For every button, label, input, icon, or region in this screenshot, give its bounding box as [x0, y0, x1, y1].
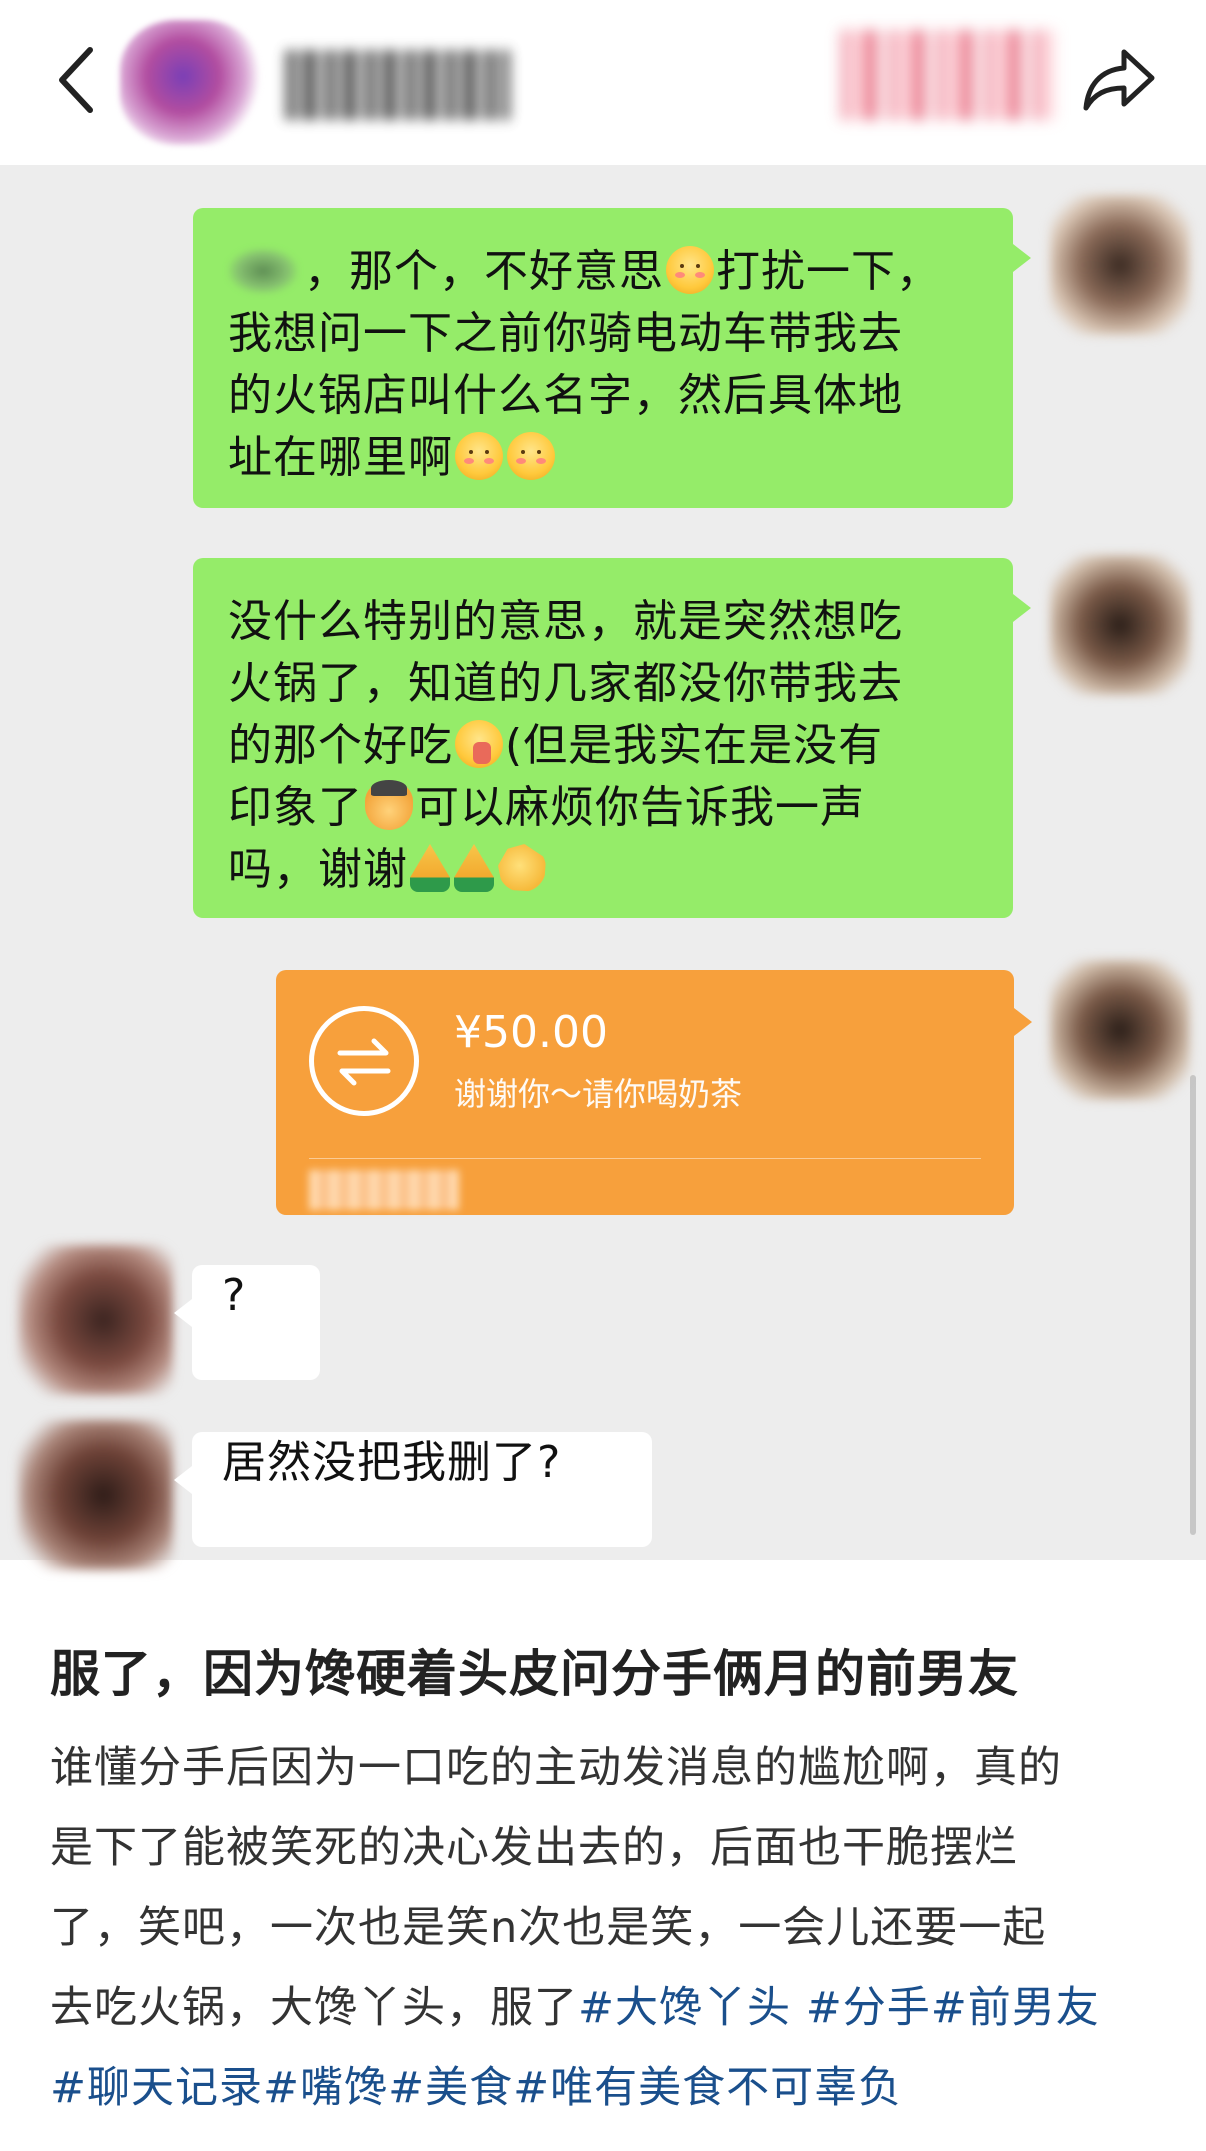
- transfer-label: [309, 1170, 459, 1210]
- blush-emoji-icon: [507, 432, 555, 480]
- body-line: 是下了能被笑死的决心发出去的，后面也干脆摆烂: [50, 1823, 1018, 1873]
- pray-emoji-icon: [410, 844, 450, 892]
- body-line: 去吃火锅，大馋丫头，服了#大馋丫头 #分手#前男友: [50, 1983, 1100, 2033]
- message-line: ，那个，不好意思 打扰一下，: [228, 241, 973, 303]
- hashtag-link[interactable]: #大馋丫头: [578, 1983, 791, 2033]
- chevron-left-icon: [59, 47, 93, 113]
- hashtag-link[interactable]: #分手: [791, 1983, 931, 2033]
- blush-emoji-icon: [455, 432, 503, 480]
- pray-emoji-icon: [454, 844, 494, 892]
- message-bubble: ，那个，不好意思 打扰一下， 我想问一下之前你骑电动车带我去 的火锅店叫什么名字，…: [193, 208, 1031, 508]
- avatar: [1050, 960, 1190, 1100]
- blush-emoji-icon: [666, 246, 714, 294]
- message-line: 的那个好吃 (但是我实在是没有: [228, 720, 884, 771]
- hashtag-link[interactable]: #聊天记录: [50, 2063, 263, 2113]
- hashtag-link[interactable]: #嘴馋: [263, 2063, 388, 2113]
- message-bubble: 居然没把我删了?: [174, 1432, 652, 1547]
- scrollbar[interactable]: [1190, 1075, 1196, 1535]
- blurred-nickname: [228, 248, 298, 294]
- avatar: [1050, 555, 1190, 695]
- message-bubble: ?: [174, 1265, 320, 1380]
- transfer-note: 谢谢你～请你喝奶茶: [454, 1075, 743, 1113]
- message-line: 的火锅店叫什么名字，然后具体地: [228, 370, 903, 421]
- share-button[interactable]: [1080, 40, 1160, 120]
- body-line: #聊天记录#嘴馋#美食#唯有美食不可辜负: [50, 2048, 1170, 2128]
- follow-button[interactable]: [840, 30, 1055, 120]
- avatar: [18, 1245, 173, 1395]
- body-line: 谁懂分手后因为一口吃的主动发消息的尴尬啊，真的: [50, 1743, 1062, 1793]
- top-bar: [0, 0, 1206, 165]
- transfer-amount: ¥50.00: [454, 1007, 608, 1058]
- divider: [309, 1158, 981, 1159]
- share-arrow-icon: [1083, 49, 1155, 111]
- body-line: 了，笑吧，一次也是笑n次也是笑，一会儿还要一起: [50, 1903, 1047, 1953]
- post-body: 谁懂分手后因为一口吃的主动发消息的尴尬啊，真的 是下了能被笑死的决心发出去的，后…: [50, 1728, 1170, 2128]
- message-line: 我想问一下之前你骑电动车带我去: [228, 308, 903, 359]
- message-bubble: 没什么特别的意思，就是突然想吃 火锅了，知道的几家都没你带我去 的那个好吃 (但是…: [193, 558, 1031, 918]
- message-line: 火锅了，知道的几家都没你带我去: [228, 658, 903, 709]
- message-line: 印象了 可以麻烦你告诉我一声: [228, 780, 865, 833]
- frustrated-emoji-icon: [365, 780, 413, 830]
- back-button[interactable]: [48, 40, 108, 120]
- transfer-card[interactable]: ¥50.00 谢谢你～请你喝奶茶: [276, 970, 1032, 1215]
- hashtag-link[interactable]: #唯有美食不可辜负: [513, 2063, 902, 2113]
- author-avatar[interactable]: [120, 20, 260, 145]
- hashtag-link[interactable]: #前男友: [931, 1983, 1100, 2033]
- message-line: 吗，谢谢: [228, 839, 973, 901]
- message-line: 没什么特别的意思，就是突然想吃: [228, 596, 903, 647]
- transfer-arrows-icon: [309, 1006, 419, 1116]
- post-title: 服了，因为馋硬着头皮问分手俩月的前男友: [50, 1645, 1019, 1703]
- avatar: [1050, 195, 1190, 335]
- message-line: 址在哪里啊: [228, 427, 973, 489]
- ok-hand-emoji-icon: [498, 844, 546, 892]
- hush-emoji-icon: [455, 720, 503, 768]
- author-name[interactable]: [285, 50, 510, 120]
- avatar: [18, 1420, 173, 1570]
- hashtag-link[interactable]: #美食: [388, 2063, 513, 2113]
